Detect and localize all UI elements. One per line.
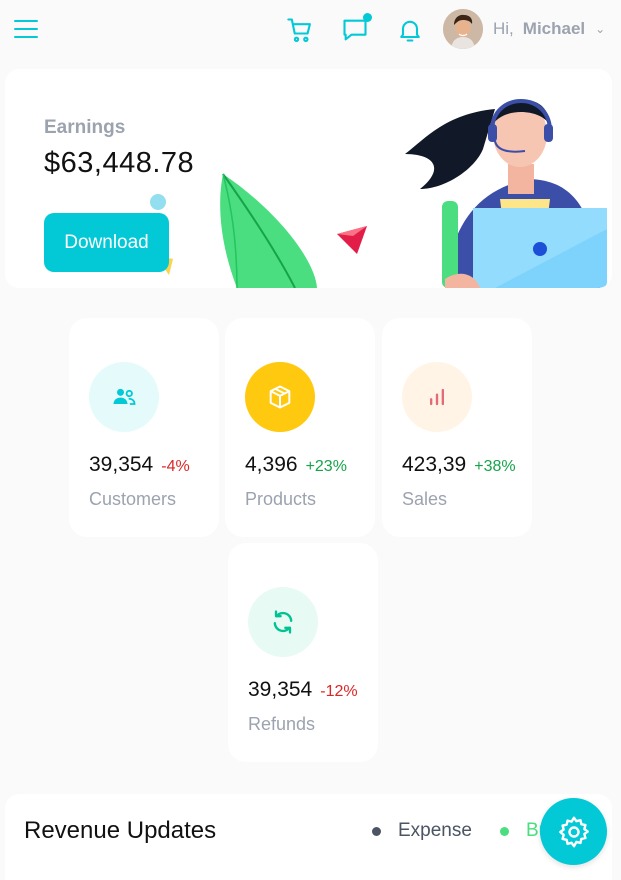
download-button[interactable]: Download: [44, 213, 169, 272]
settings-button[interactable]: [540, 798, 607, 865]
stat-change: -12%: [320, 683, 358, 700]
refresh-icon[interactable]: [248, 587, 318, 657]
stat-change: -4%: [161, 458, 190, 475]
gear-icon: [558, 816, 589, 847]
hamburger-menu-icon[interactable]: [14, 20, 38, 42]
revenue-updates-card: Revenue Updates Expense Budget: [5, 794, 612, 880]
chat-icon[interactable]: [341, 13, 372, 46]
user-profile-menu[interactable]: Hi, Michael ⌄: [443, 9, 605, 49]
shopping-cart-icon[interactable]: [286, 16, 316, 46]
legend-expense: Expense: [372, 820, 472, 842]
stat-label: Customers: [89, 489, 177, 509]
stat-row: 423,39 +38%: [402, 453, 516, 477]
stat-row: 39,354 -4%: [89, 453, 190, 477]
stat-row: 4,396 +23%: [245, 453, 347, 477]
customers-icon[interactable]: [89, 362, 159, 432]
stat-change: +38%: [474, 458, 516, 475]
stat-card-products: 4,396 +23% Products: [225, 318, 375, 537]
bar-chart-icon[interactable]: [402, 362, 472, 432]
box-icon[interactable]: [245, 362, 315, 432]
stat-label: Refunds: [248, 714, 316, 734]
stat-change: +23%: [305, 458, 347, 475]
user-name: Michael: [522, 19, 586, 38]
revenue-title: Revenue Updates: [24, 817, 217, 844]
chevron-down-icon[interactable]: ⌄: [595, 22, 605, 36]
top-navbar: Hi, Michael ⌄: [0, 0, 621, 64]
stat-label: Products: [245, 489, 317, 509]
stat-value: 4,396: [245, 453, 298, 476]
stat-value: 423,39: [402, 453, 467, 476]
stat-value: 39,354: [89, 453, 154, 476]
stat-card-refunds: 39,354 -12% Refunds: [228, 543, 378, 762]
stat-label: Sales: [402, 489, 448, 509]
stat-card-sales: 423,39 +38% Sales: [382, 318, 532, 537]
legend-dot: [372, 826, 381, 836]
notification-bell-icon[interactable]: [396, 16, 426, 46]
greeting-text: Hi,: [493, 19, 514, 38]
stat-value: 39,354: [248, 678, 313, 701]
stat-card-customers: 39,354 -4% Customers: [69, 318, 219, 537]
legend-dot: [500, 826, 509, 836]
stat-row: 39,354 -12%: [248, 678, 358, 702]
earnings-card: Earnings $63,448.78 Download: [5, 69, 612, 288]
avatar: [443, 9, 483, 49]
chat-notification-dot: [363, 13, 372, 22]
earnings-value: $63,448.78: [44, 147, 195, 179]
legend-label: Expense: [398, 820, 472, 841]
earnings-label: Earnings: [44, 117, 126, 138]
